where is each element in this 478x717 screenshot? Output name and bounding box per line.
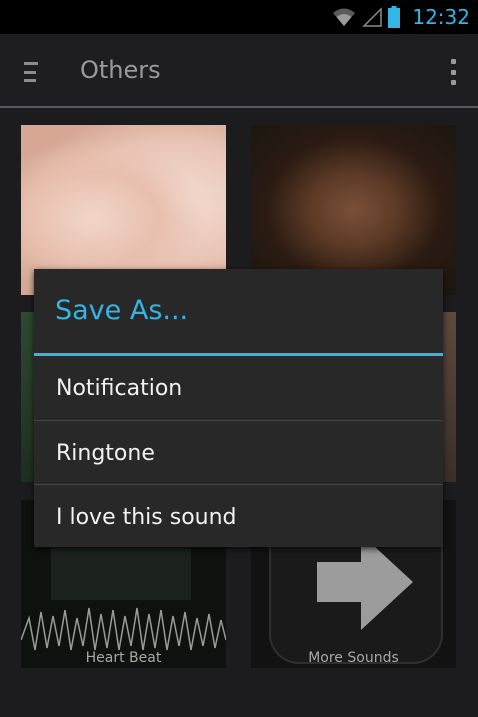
status-bar: 12:32 xyxy=(0,0,478,34)
save-as-dialog: Save As... Notification Ringtone I love … xyxy=(34,269,443,547)
status-indicators: 12:32 xyxy=(332,0,470,34)
signal-icon xyxy=(362,7,383,27)
save-as-notification-option[interactable]: Notification xyxy=(34,356,443,420)
save-as-favorite-option[interactable]: I love this sound xyxy=(34,485,443,549)
wifi-icon xyxy=(333,8,356,26)
action-bar-divider xyxy=(0,106,478,108)
menu-icon[interactable] xyxy=(24,62,40,82)
tile-label-more-sounds: More Sounds xyxy=(308,650,399,666)
battery-icon xyxy=(388,6,401,28)
page-title: Others xyxy=(80,56,161,84)
option-label: Ringtone xyxy=(56,440,155,466)
save-as-ringtone-option[interactable]: Ringtone xyxy=(34,421,443,485)
status-time: 12:32 xyxy=(412,5,470,29)
option-label: Notification xyxy=(56,375,183,401)
action-bar xyxy=(0,34,478,106)
tile-label-heart-beat: Heart Beat xyxy=(85,650,162,666)
overflow-menu-icon[interactable] xyxy=(450,59,456,85)
option-label: I love this sound xyxy=(56,504,237,530)
dialog-title: Save As... xyxy=(55,295,189,326)
